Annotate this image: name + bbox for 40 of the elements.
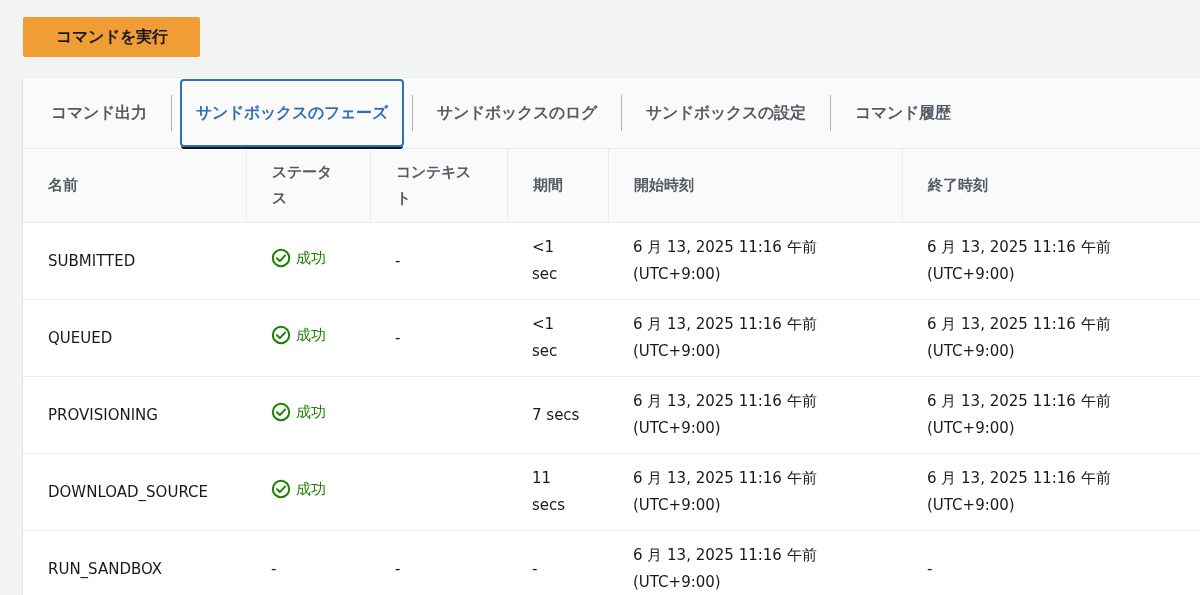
phase-name: PROVISIONING (48, 405, 158, 424)
tab[interactable]: サンドボックスの設定 (630, 79, 822, 147)
status-text: 成功 (296, 478, 326, 500)
end-time: 6 月 13, 2025 11:16 午前 (UTC+9:00) (927, 314, 1111, 362)
phase-name: QUEUED (48, 328, 113, 347)
end-time: 6 月 13, 2025 11:16 午前 (UTC+9:00) (927, 391, 1111, 439)
phase-name: SUBMITTED (48, 251, 136, 270)
context-text: - (395, 328, 401, 347)
tab[interactable]: サンドボックスのフェーズ (180, 79, 404, 147)
end-time: 6 月 13, 2025 11:16 午前 (UTC+9:00) (927, 237, 1111, 285)
start-time: 6 月 13, 2025 11:16 午前 (UTC+9:00) (633, 545, 817, 593)
start-time: 6 月 13, 2025 11:16 午前 (UTC+9:00) (633, 314, 817, 362)
duration-text: <1 sec (532, 314, 559, 362)
phase-name: DOWNLOAD_SOURCE (48, 482, 209, 501)
duration-text: 7 secs (532, 404, 580, 426)
duration-text: <1 sec (532, 237, 559, 285)
start-time: 6 月 13, 2025 11:16 午前 (UTC+9:00) (633, 391, 817, 439)
end-time: - (927, 558, 933, 580)
column-header: 開始時刻 (633, 174, 695, 196)
run-command-button[interactable]: コマンドを実行 (23, 17, 200, 57)
context-text: - (395, 559, 401, 578)
column-header: 名前 (48, 174, 79, 196)
phase-name: RUN_SANDBOX (48, 559, 163, 578)
tab[interactable]: サンドボックスのログ (421, 79, 613, 147)
status-text: 成功 (296, 324, 326, 346)
status-text: 成功 (296, 401, 326, 423)
column-header: 期間 (532, 174, 564, 196)
tab[interactable]: コマンド出力 (35, 79, 163, 147)
start-time: 6 月 13, 2025 11:16 午前 (UTC+9:00) (633, 237, 817, 285)
start-time: 6 月 13, 2025 11:16 午前 (UTC+9:00) (633, 468, 817, 516)
status-text: - (271, 559, 277, 578)
column-header: ステータス (271, 162, 333, 209)
duration-text: 11 secs (532, 468, 567, 516)
column-header: コンテキスト (395, 162, 472, 209)
end-time: 6 月 13, 2025 11:16 午前 (UTC+9:00) (927, 468, 1111, 516)
column-header: 終了時刻 (927, 174, 989, 196)
tab[interactable]: コマンド履歴 (839, 79, 967, 147)
duration-text: - (532, 558, 538, 580)
status-text: 成功 (296, 247, 326, 269)
context-text: - (395, 251, 401, 270)
